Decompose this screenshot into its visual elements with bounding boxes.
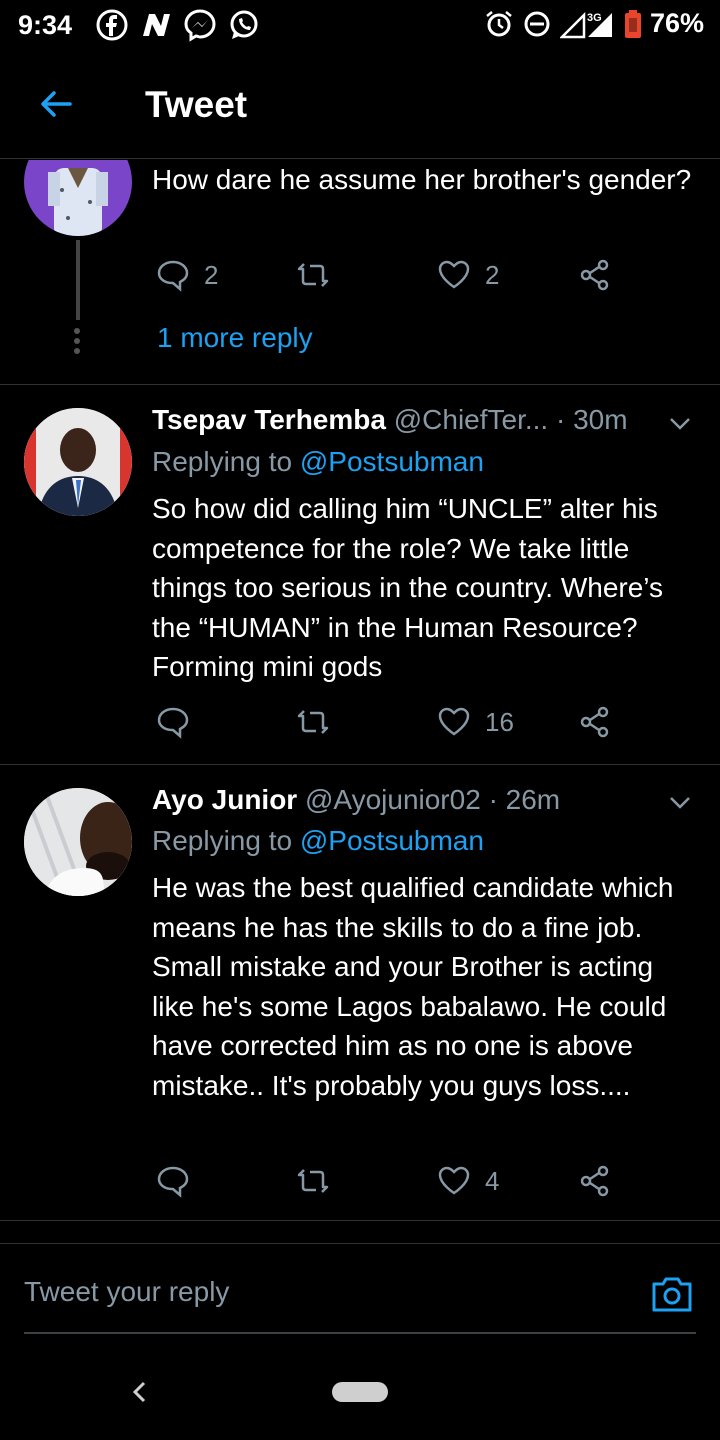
reply-count: 2 bbox=[204, 259, 219, 290]
tweet-3-text: He was the best qualified candidate whic… bbox=[152, 872, 674, 1101]
tweet-1-text: How dare he assume her brother's gender? bbox=[152, 164, 692, 195]
camera-icon[interactable] bbox=[650, 1272, 694, 1316]
like-count: 2 bbox=[485, 259, 500, 290]
facebook-icon bbox=[96, 9, 128, 41]
alarm-icon bbox=[486, 10, 512, 36]
tweet-time: · 30m bbox=[556, 404, 628, 435]
replying-prefix: Replying to bbox=[152, 825, 293, 856]
status-bar: 9:34 3G 76% bbox=[0, 0, 720, 50]
like-count: 16 bbox=[485, 706, 514, 737]
home-pill[interactable] bbox=[332, 1382, 388, 1402]
notification-icons bbox=[95, 8, 261, 42]
reply-icon bbox=[157, 260, 189, 292]
tweet-time: · 26m bbox=[488, 784, 561, 815]
chevron-down-icon[interactable] bbox=[667, 410, 693, 436]
avatar[interactable] bbox=[24, 408, 132, 516]
like-button[interactable]: 16 bbox=[437, 705, 514, 739]
author-handle[interactable]: @Ayojunior02 bbox=[305, 784, 481, 815]
replying-to: Replying to @Postsubman bbox=[152, 825, 484, 857]
reply-icon bbox=[157, 1166, 189, 1198]
reply-icon bbox=[157, 707, 189, 739]
more-replies-link[interactable]: 1 more reply bbox=[157, 322, 313, 354]
retweet-button[interactable] bbox=[296, 705, 330, 739]
like-count: 4 bbox=[485, 1165, 500, 1196]
reply-button[interactable] bbox=[156, 1164, 190, 1198]
share-button[interactable] bbox=[578, 258, 612, 292]
nav-back-icon[interactable] bbox=[126, 1378, 154, 1406]
tweet-2-text: So how did calling him “UNCLE” alter his… bbox=[152, 493, 663, 682]
status-time: 9:34 bbox=[18, 10, 73, 40]
reply-button[interactable] bbox=[156, 705, 190, 739]
author-name[interactable]: Ayo Junior bbox=[152, 784, 297, 815]
divider bbox=[0, 384, 720, 385]
divider bbox=[0, 1220, 720, 1221]
retweet-icon bbox=[297, 263, 329, 287]
dnd-icon bbox=[524, 11, 550, 36]
retweet-icon bbox=[297, 710, 329, 734]
like-button[interactable]: 2 bbox=[437, 258, 499, 292]
retweet-icon bbox=[297, 1169, 329, 1193]
heart-icon bbox=[438, 1166, 470, 1195]
retweet-button[interactable] bbox=[296, 258, 330, 292]
reply-input[interactable]: Tweet your reply bbox=[24, 1262, 696, 1334]
share-button[interactable] bbox=[578, 705, 612, 739]
tweet-1-avatar-wrap bbox=[24, 160, 132, 236]
reply-placeholder: Tweet your reply bbox=[24, 1276, 230, 1307]
reply-button[interactable]: 2 bbox=[156, 258, 218, 292]
share-icon bbox=[580, 259, 609, 291]
back-arrow-icon[interactable] bbox=[36, 84, 76, 124]
thread-line bbox=[76, 240, 80, 320]
share-button[interactable] bbox=[578, 1164, 612, 1198]
n-icon bbox=[143, 14, 170, 36]
share-icon bbox=[580, 706, 609, 738]
system-nav-bar bbox=[0, 1350, 720, 1440]
photo-avatar-image bbox=[24, 788, 132, 896]
signal-icon: 3G bbox=[559, 11, 612, 38]
replying-to-link[interactable]: @Postsubman bbox=[300, 825, 484, 856]
svg-text:3G: 3G bbox=[587, 12, 602, 24]
author-name[interactable]: Tsepav Terhemba bbox=[152, 404, 386, 435]
tweet-2-author-line: Tsepav Terhemba @ChiefTer... · 30m bbox=[152, 404, 662, 436]
chevron-down-icon[interactable] bbox=[667, 789, 693, 815]
messenger-icon bbox=[184, 9, 216, 42]
battery-icon bbox=[624, 9, 641, 38]
avatar[interactable] bbox=[24, 160, 132, 236]
divider bbox=[0, 764, 720, 765]
avatar[interactable] bbox=[24, 788, 132, 896]
tweet-3-author-line: Ayo Junior @Ayojunior02 · 26m bbox=[152, 784, 662, 816]
system-icons: 3G 76% bbox=[484, 8, 704, 39]
photo-avatar-image bbox=[24, 408, 132, 516]
replying-prefix: Replying to bbox=[152, 446, 293, 477]
thread-dots bbox=[74, 328, 80, 358]
replying-to: Replying to @Postsubman bbox=[152, 446, 484, 478]
app-header: Tweet bbox=[0, 60, 720, 159]
share-icon bbox=[580, 1165, 609, 1197]
whatsapp-icon bbox=[230, 10, 258, 39]
battery-percent: 76% bbox=[649, 8, 704, 38]
cartoon-avatar-image bbox=[48, 168, 108, 236]
retweet-button[interactable] bbox=[296, 1164, 330, 1198]
page-title: Tweet bbox=[145, 84, 248, 125]
divider bbox=[0, 1243, 720, 1244]
heart-icon bbox=[438, 260, 470, 289]
like-button[interactable]: 4 bbox=[437, 1164, 499, 1198]
heart-icon bbox=[438, 707, 470, 736]
author-handle[interactable]: @ChiefTer... bbox=[394, 404, 548, 435]
replying-to-link[interactable]: @Postsubman bbox=[300, 446, 484, 477]
